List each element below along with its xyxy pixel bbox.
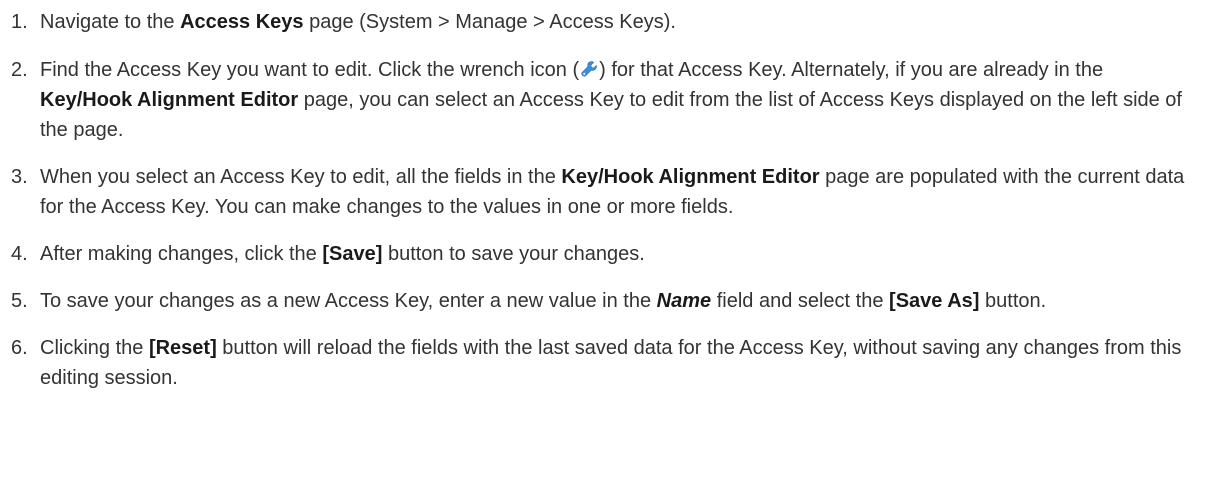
step-text: field and select the <box>711 290 890 312</box>
save-button-name: [Save] <box>322 243 383 265</box>
step-number: 4. <box>11 243 28 265</box>
wrench-icon <box>581 61 597 77</box>
name-field-name: Name <box>656 290 712 312</box>
step-number: 3. <box>11 166 28 188</box>
step-number: 5. <box>11 290 28 312</box>
key-hook-editor-page-name: Key/Hook Alignment Editor <box>40 89 299 111</box>
step-text: button to save your changes. <box>382 243 645 265</box>
step-1: 1. Navigate to the Access Keys page (Sys… <box>0 7 1214 37</box>
step-number: 2. <box>11 59 28 81</box>
step-text: Navigate to the <box>40 11 181 33</box>
step-text: button. <box>979 290 1047 312</box>
save-as-button-name: [Save As] <box>889 290 980 312</box>
step-text: To save your changes as a new Access Key… <box>40 290 657 312</box>
step-5: 5. To save your changes as a new Access … <box>0 286 1214 316</box>
key-hook-editor-page-name: Key/Hook Alignment Editor <box>561 166 820 188</box>
reset-button-name: [Reset] <box>148 337 217 359</box>
step-text: page (System > Manage > Access Keys). <box>303 11 676 33</box>
step-text: When you select an Access Key to edit, a… <box>40 166 562 188</box>
access-keys-page-name: Access Keys <box>180 11 304 33</box>
instruction-steps: 1. Navigate to the Access Keys page (Sys… <box>0 7 1214 393</box>
step-text: After making changes, click the <box>40 243 323 265</box>
step-4: 4. After making changes, click the [Save… <box>0 239 1214 269</box>
step-text: ) for that Access Key. Alternately, if y… <box>599 59 1104 81</box>
step-text: Find the Access Key you want to edit. Cl… <box>40 59 580 81</box>
step-6: 6. Clicking the [Reset] button will relo… <box>0 333 1214 393</box>
step-text: Clicking the <box>40 337 149 359</box>
step-2: 2. Find the Access Key you want to edit.… <box>0 55 1214 145</box>
step-number: 1. <box>11 11 28 33</box>
step-3: 3. When you select an Access Key to edit… <box>0 162 1214 222</box>
step-number: 6. <box>11 337 28 359</box>
